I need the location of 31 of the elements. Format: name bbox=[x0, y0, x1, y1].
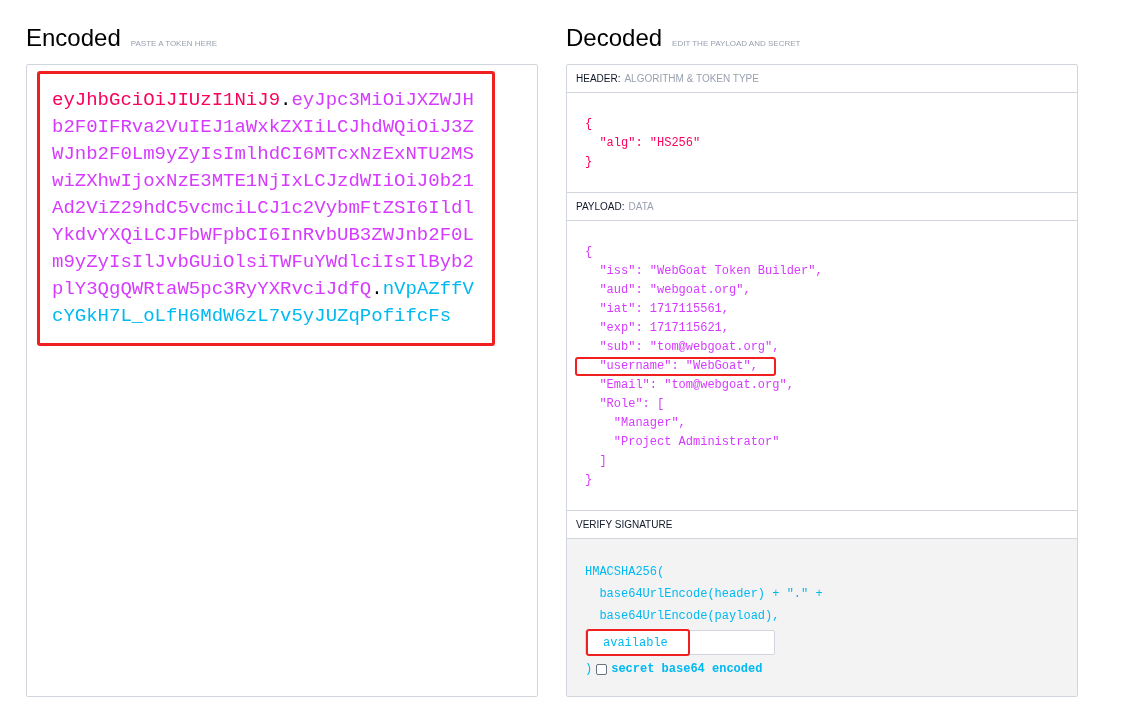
code-line: base64UrlEncode(header) + "." + bbox=[598, 586, 823, 603]
code-line: "Role": [ bbox=[598, 396, 665, 413]
code-line: base64UrlEncode(payload), bbox=[598, 608, 780, 625]
checkbox-label: secret base64 encoded bbox=[611, 661, 763, 678]
section-label: PAYLOAD: bbox=[576, 200, 625, 214]
code-line: ) bbox=[585, 661, 593, 678]
code-line: "aud": "webgoat.org", bbox=[598, 282, 751, 299]
section-subtitle: EDIT THE PAYLOAD AND SECRET bbox=[672, 40, 801, 48]
code-line: { bbox=[585, 116, 593, 133]
token-field[interactable]: eyJhbGciOiJIUzI1NiJ9.eyJpc3MiOiJXZWJHb2F0IFRva2VuIEJ1aWxkZXIiLCJhdWQiOiJ3ZWJnb2F0Lm9yZyIsImlhdCI6MTcxNzExNTU2MSwiZXhwIjoxNzE3MTE1NjIxLCJzdWIiOiJ0b21Ad2ViZ29hdC5vcmciLCJ1c2VybmFtZSI6IldlYkdvYXQiLCJFbWFpbCI6InRvbUB3ZWJnb2F0Lm9yZyIsIlJvbGUiOlsiTWFuYWdlciIsIlByb2plY3QgQWRtaW5pc3RyYXRvciJdfQ.nVpAZffVcYGkH7L_oLfH6MdW6zL7v5yJUZqPofifcFs bbox=[37, 71, 495, 346]
code-line: "alg": "HS256" bbox=[598, 135, 701, 152]
code-line: } bbox=[585, 154, 593, 171]
code-line: HMACSHA256( bbox=[585, 564, 665, 581]
code-line: "Manager", bbox=[612, 415, 686, 432]
code-line: { bbox=[585, 244, 593, 261]
section-sublabel: DATA bbox=[628, 200, 654, 214]
code-line: } bbox=[585, 472, 593, 489]
section-label: VERIFY SIGNATURE bbox=[576, 518, 673, 532]
code-line: "iss": "WebGoat Token Builder", bbox=[598, 263, 823, 280]
code-line: "Project Administrator" bbox=[612, 434, 780, 451]
section-sublabel: ALGORITHM & TOKEN TYPE bbox=[624, 72, 759, 86]
section-title: Encoded bbox=[26, 26, 121, 50]
code-line: ] bbox=[598, 453, 607, 470]
section-title: Decoded bbox=[566, 26, 663, 50]
section-subtitle: PASTE A TOKEN HERE bbox=[130, 40, 217, 48]
code-line: "exp": 1717115621, bbox=[598, 320, 730, 337]
code-line: "iat": 1717115561, bbox=[598, 301, 730, 318]
code-line: "sub": "tom@webgoat.org", bbox=[598, 339, 780, 356]
checkbox[interactable] bbox=[596, 663, 608, 675]
code-line: "Email": "tom@webgoat.org", bbox=[598, 377, 794, 394]
section-label: HEADER: bbox=[576, 72, 621, 86]
